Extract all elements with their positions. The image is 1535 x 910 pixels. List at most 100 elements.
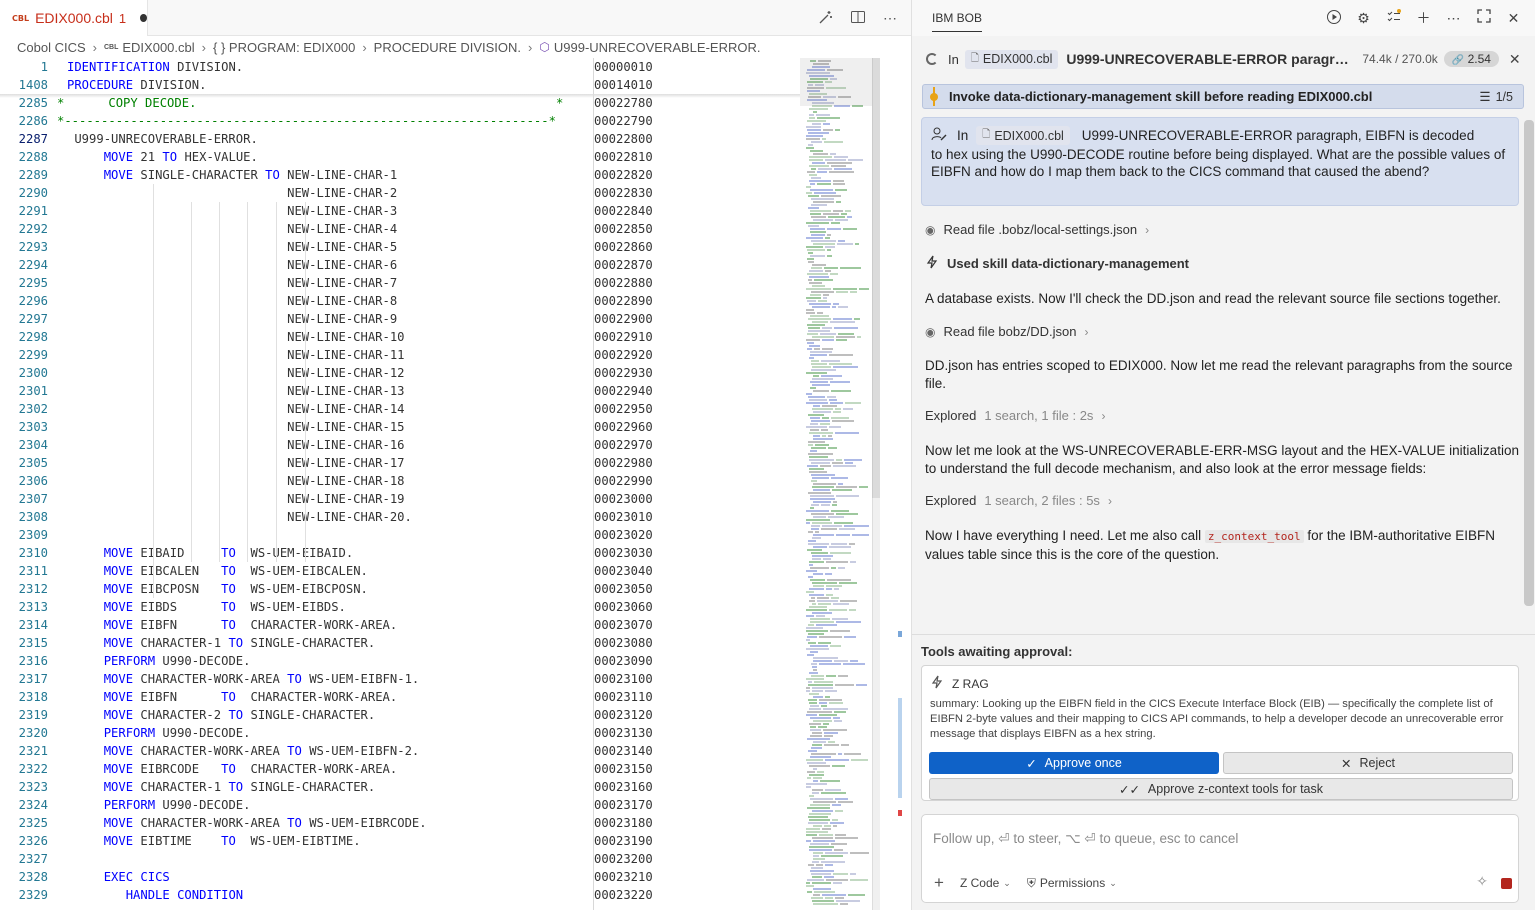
read-file-step[interactable]: ◉ Read file .bobz/local-settings.json › <box>925 222 1515 237</box>
code-line[interactable]: 2294 NEW-LINE-CHAR-6 00022870 <box>0 256 800 274</box>
sequence-number: 00023180 <box>594 816 653 830</box>
approve-all-button[interactable]: ✓✓ Approve z-context tools for task <box>929 778 1513 800</box>
code-line[interactable]: 2322 MOVE EIBRCODE TO CHARACTER-WORK-ARE… <box>0 760 800 778</box>
more-icon[interactable]: ⋯ <box>1445 9 1462 27</box>
code-text: MOVE SINGLE-CHARACTER TO NEW-LINE-CHAR-1 <box>103 168 398 182</box>
read-file-step[interactable]: ◉ Read file bobz/DD.json › <box>925 324 1515 339</box>
magic-wand-icon[interactable] <box>817 9 835 27</box>
breadcrumb-paragraph[interactable]: U999-UNRECOVERABLE-ERROR. <box>554 40 761 55</box>
stop-button[interactable] <box>1497 874 1515 892</box>
code-line[interactable]: 2320 PERFORM U990-DECODE. 00023130 <box>0 724 800 742</box>
code-line[interactable]: 2309 00023020 <box>0 526 800 544</box>
code-line[interactable]: 2299 NEW-LINE-CHAR-11 00022920 <box>0 346 800 364</box>
approve-once-button[interactable]: ✓ Approve once <box>929 752 1219 774</box>
code-editor[interactable]: CBL EDIX000.cbl 1 ⋯ Cobol CICS › CBL EDI… <box>0 0 911 910</box>
minimap-line <box>823 723 829 725</box>
editor-scroll-thumb[interactable] <box>872 58 880 498</box>
code-line[interactable]: 2327 00023200 <box>0 850 800 868</box>
code-line[interactable]: 2305 NEW-LINE-CHAR-17 00022980 <box>0 454 800 472</box>
file-chip[interactable]: 🗋 EDIX000.cbl <box>964 49 1059 69</box>
checklist-icon[interactable] <box>1385 9 1402 27</box>
code-line[interactable]: 2291 NEW-LINE-CHAR-3 00022840 <box>0 202 800 220</box>
code-line[interactable]: 2316 PERFORM U990-DECODE. 00023090 <box>0 652 800 670</box>
code-line[interactable]: 2292 NEW-LINE-CHAR-4 00022850 <box>0 220 800 238</box>
breadcrumb-division[interactable]: PROCEDURE DIVISION. <box>374 40 521 55</box>
code-line[interactable]: 2308 NEW-LINE-CHAR-20. 00023010 <box>0 508 800 526</box>
code-line[interactable]: 2295 NEW-LINE-CHAR-7 00022880 <box>0 274 800 292</box>
code-line[interactable]: 2313 MOVE EIBDS TO WS-UEM-EIBDS. 00023060 <box>0 598 800 616</box>
code-line[interactable]: 1408 PROCEDURE DIVISION. 00014010 <box>0 76 800 94</box>
code-line[interactable]: 2317 MOVE CHARACTER-WORK-AREA TO WS-UEM-… <box>0 670 800 688</box>
code-line[interactable]: 2310 MOVE EIBAID TO WS-UEM-EIBAID. 000230… <box>0 544 800 562</box>
code-line[interactable]: 2328 EXEC CICS 00023210 <box>0 868 800 886</box>
close-task-icon[interactable]: ✕ <box>1509 51 1521 68</box>
code-line[interactable]: 2326 MOVE EIBTIME TO WS-UEM-EIBTIME. 0002… <box>0 832 800 850</box>
explored-step[interactable]: Explored 1 search, 1 file : 2s › <box>925 408 1515 423</box>
minimap-line <box>806 339 820 341</box>
code-line[interactable]: 2298 NEW-LINE-CHAR-10 00022910 <box>0 328 800 346</box>
file-chip[interactable]: 🗋 EDIX000.cbl <box>976 126 1070 145</box>
code-line[interactable]: 2300 NEW-LINE-CHAR-12 00022930 <box>0 364 800 382</box>
breadcrumb-file[interactable]: EDIX000.cbl <box>122 40 194 55</box>
minimap[interactable] <box>800 58 880 910</box>
code-line[interactable]: 2304 NEW-LINE-CHAR-16 00022970 <box>0 436 800 454</box>
minimap-line <box>808 543 829 545</box>
code-line[interactable]: 1 IDENTIFICATION DIVISION. 00000010 <box>0 58 800 76</box>
mode-dropdown[interactable]: Z Code ⌄ <box>960 876 1011 890</box>
code-line[interactable]: 2290 NEW-LINE-CHAR-2 00022830 <box>0 184 800 202</box>
code-line[interactable]: 2318 MOVE EIBFN TO CHARACTER-WORK-AREA. 0… <box>0 688 800 706</box>
code-line[interactable]: 2307 NEW-LINE-CHAR-19 00023000 <box>0 490 800 508</box>
split-editor-icon[interactable] <box>849 9 867 27</box>
code-area[interactable]: 2284* COPY DDERRMSG. *000227702285* COPY… <box>0 58 800 910</box>
plus-icon[interactable]: ＋ <box>1415 9 1432 27</box>
code-line[interactable]: 2286 *-----------------------------------… <box>0 112 800 130</box>
play-icon[interactable] <box>1325 9 1342 27</box>
sequence-number: 00022940 <box>594 384 653 398</box>
gear-icon[interactable]: ⚙ <box>1355 9 1372 27</box>
minimap-line <box>810 651 818 653</box>
code-line[interactable]: 2297 NEW-LINE-CHAR-9 00022900 <box>0 310 800 328</box>
code-line[interactable]: 2315 MOVE CHARACTER-1 TO SINGLE-CHARACTE… <box>0 634 800 652</box>
sticky-scroll-header[interactable]: 1 IDENTIFICATION DIVISION. 00000010 1408 PRO… <box>0 58 800 94</box>
code-line[interactable]: 2324 PERFORM U990-DECODE. 00023170 <box>0 796 800 814</box>
code-line[interactable]: 2311 MOVE EIBCALEN TO WS-UEM-EIBCALEN. 00… <box>0 562 800 580</box>
permissions-dropdown[interactable]: ⛨ Permissions ⌄ <box>1027 876 1117 891</box>
code-line[interactable]: 2289 MOVE SINGLE-CHARACTER TO NEW-LINE-C… <box>0 166 800 184</box>
code-line[interactable]: 2301 NEW-LINE-CHAR-13 00022940 <box>0 382 800 400</box>
tab-edix000[interactable]: CBL EDIX000.cbl 1 <box>0 0 148 36</box>
unsaved-dot-icon[interactable] <box>140 14 147 22</box>
todo-marker-icon <box>930 87 938 106</box>
reject-button[interactable]: ✕ Reject <box>1223 752 1513 774</box>
sparkle-icon[interactable]: ✧ <box>1476 873 1488 890</box>
shield-icon: ⛨ <box>1026 875 1036 890</box>
maximize-icon[interactable] <box>1475 9 1492 27</box>
minimap-line <box>811 267 822 269</box>
todo-progress-bar[interactable]: Invoke data-dictionary-management skill … <box>922 84 1524 109</box>
chat-scroll-thumb[interactable] <box>1524 120 1534 606</box>
code-line[interactable]: 2306 NEW-LINE-CHAR-18 00022990 <box>0 472 800 490</box>
code-line[interactable]: 2323 MOVE CHARACTER-1 TO SINGLE-CHARACTE… <box>0 778 800 796</box>
breadcrumb-program[interactable]: { } PROGRAM: EDIX000 <box>213 40 355 55</box>
breadcrumb-folder[interactable]: Cobol CICS <box>17 40 86 55</box>
code-line[interactable]: 2296 NEW-LINE-CHAR-8 00022890 <box>0 292 800 310</box>
code-line[interactable]: 2303 NEW-LINE-CHAR-15 00022960 <box>0 418 800 436</box>
code-text: IDENTIFICATION DIVISION. <box>67 60 244 74</box>
add-context-icon[interactable]: + <box>934 873 944 893</box>
code-line[interactable]: 2329 HANDLE CONDITION 00023220 <box>0 886 800 904</box>
code-line[interactable]: 2314 MOVE EIBFN TO CHARACTER-WORK-AREA. 0… <box>0 616 800 634</box>
minimap-slider[interactable] <box>800 58 872 106</box>
chat-messages[interactable]: In 🗋 EDIX000.cbl U999-UNRECOVERABLE-ERRO… <box>912 114 1524 634</box>
code-line[interactable]: 2325 MOVE CHARACTER-WORK-AREA TO WS-UEM-… <box>0 814 800 832</box>
close-icon[interactable]: ✕ <box>1505 9 1522 27</box>
code-line[interactable]: 2293 NEW-LINE-CHAR-5 00022860 <box>0 238 800 256</box>
code-line[interactable]: 2288 MOVE 21 TO HEX-VALUE. 00022810 <box>0 148 800 166</box>
chat-input[interactable] <box>933 831 1493 846</box>
explored-step[interactable]: Explored 1 search, 2 files : 5s › <box>925 493 1515 508</box>
more-actions-icon[interactable]: ⋯ <box>881 9 899 27</box>
code-line[interactable]: 2287 U999-UNRECOVERABLE-ERROR. 00022800 <box>0 130 800 148</box>
panel-title[interactable]: IBM BOB <box>932 11 983 32</box>
code-line[interactable]: 2319 MOVE CHARACTER-2 TO SINGLE-CHARACTE… <box>0 706 800 724</box>
code-line[interactable]: 2321 MOVE CHARACTER-WORK-AREA TO WS-UEM-… <box>0 742 800 760</box>
code-line[interactable]: 2312 MOVE EIBCPOSN TO WS-UEM-EIBCPOSN. 00… <box>0 580 800 598</box>
code-line[interactable]: 2302 NEW-LINE-CHAR-14 00022950 <box>0 400 800 418</box>
